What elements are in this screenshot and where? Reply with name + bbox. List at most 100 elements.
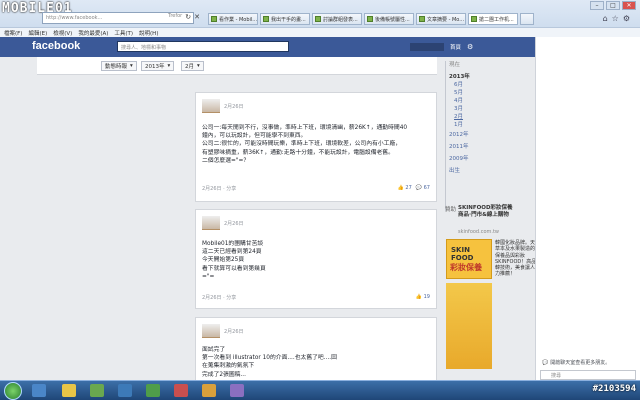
- tab-5[interactable]: 搶二團工作机...: [468, 13, 518, 25]
- menu-file[interactable]: 檔案(F): [4, 29, 22, 37]
- year-nav-2013[interactable]: 2013年: [449, 72, 470, 80]
- year-nav-now[interactable]: 現在: [449, 60, 460, 68]
- timeline-filter-bar: 動態時報 ▾ 2013年 ▾ 2月 ▾: [37, 57, 437, 75]
- tab-1[interactable]: 我出干手的畫...: [260, 13, 310, 25]
- menu-view[interactable]: 檢視(V): [53, 29, 72, 37]
- app-taskbar-icon[interactable]: [230, 384, 244, 397]
- tab-3[interactable]: 後備帳號屬性...: [364, 13, 414, 25]
- favicon-icon: [471, 16, 477, 22]
- chat-open-prompt[interactable]: 💬 開啟聊天室查看更多朋友。: [542, 359, 610, 367]
- post-date[interactable]: 2月26日: [224, 103, 244, 110]
- star-icon[interactable]: ☆: [612, 14, 619, 23]
- year-nav-month-selected[interactable]: 2月: [454, 112, 463, 120]
- tab-4[interactable]: 文章摘要 - Mo...: [416, 13, 466, 25]
- browser-tool-icons: ⌂ ☆ ⚙: [603, 14, 630, 23]
- year-nav-2011[interactable]: 2011年: [449, 142, 469, 150]
- comment-count[interactable]: 💬 67: [416, 185, 430, 191]
- timeline-post: 2月26日 公司一:每天閒到不行，沒事做，準時上下班，環境清幽，薪26K↑，通勤…: [195, 92, 437, 202]
- excel-taskbar-icon[interactable]: [146, 384, 160, 397]
- sponsored-label: 贊助: [445, 207, 457, 213]
- year-nav-month[interactable]: 1月: [454, 120, 463, 128]
- month-dropdown[interactable]: 2月 ▾: [181, 61, 204, 71]
- facebook-logo[interactable]: facebook: [32, 40, 80, 52]
- browser-chrome: MOBILE01 http://www.facebook... Trefor ↻…: [0, 0, 640, 37]
- chat-icon: 💬: [542, 359, 549, 366]
- start-button[interactable]: [4, 382, 22, 400]
- chevron-down-icon: ▾: [167, 63, 171, 69]
- ad-title[interactable]: SKINFOOD彩妝保養商品·門市&線上購物: [458, 205, 518, 219]
- post-id-watermark: #2103594: [592, 384, 636, 394]
- post-text: 面試完了 第一次看到 illustrator 10的介面....也太舊了吧....…: [202, 347, 337, 378]
- year-nav-month[interactable]: 3月: [454, 104, 463, 112]
- like-count[interactable]: 👍 27: [398, 185, 412, 191]
- address-bar-icons: Trefor ↻ ✕: [168, 13, 200, 21]
- chat-sidebar: 💬 開啟聊天室查看更多朋友。 搜尋: [535, 37, 640, 380]
- search-hint: Trefor: [168, 13, 183, 19]
- home-link[interactable]: 首頁: [450, 43, 461, 51]
- ad-image-secondary[interactable]: [446, 283, 492, 369]
- timeline-post: 2月26日 Mobile01的團購甘苦談 這二天已經看到第24頁 今天開始第25頁看…: [195, 209, 437, 309]
- home-icon[interactable]: ⌂: [603, 14, 608, 23]
- favicon-icon: [263, 16, 269, 22]
- profile-name-link[interactable]: [410, 43, 444, 51]
- highlights-dropdown[interactable]: 動態時報 ▾: [101, 61, 137, 71]
- post-date[interactable]: 2月26日: [224, 328, 244, 335]
- post-text: 公司一:每天閒到不行，沒事做，準時上下班，環境清幽，薪26K↑，通勤時間40 鐘內…: [202, 125, 408, 164]
- settings-gear-icon[interactable]: ⚙: [467, 43, 473, 51]
- explorer-taskbar-icon[interactable]: [62, 384, 76, 397]
- favicon-icon: [315, 16, 321, 22]
- gear-icon[interactable]: ⚙: [623, 14, 630, 23]
- year-nav-rule: [445, 61, 446, 211]
- app-taskbar-icon[interactable]: [174, 384, 188, 397]
- post-date[interactable]: 2月26日: [224, 220, 244, 227]
- browser-taskbar-icon[interactable]: [118, 384, 132, 397]
- chat-search-input[interactable]: 搜尋: [540, 370, 636, 380]
- stop-icon[interactable]: ✕: [194, 13, 200, 21]
- favicon-icon: [419, 16, 425, 22]
- minimize-icon[interactable]: –: [590, 1, 604, 10]
- ie-taskbar-icon[interactable]: [32, 384, 46, 397]
- ad-image-brand: SKIN FOOD: [451, 246, 474, 262]
- maximize-icon[interactable]: □: [606, 1, 620, 10]
- facebook-header: facebook 搜尋人、地標和事物 首頁 ⚙: [0, 37, 535, 57]
- year-nav-2012[interactable]: 2012年: [449, 130, 469, 138]
- tab-0[interactable]: 看作業 - Mobil...: [208, 13, 258, 25]
- post-actions[interactable]: 2月26日 · 分享: [202, 294, 236, 301]
- ad-image-tagline: 彩妝保養: [450, 263, 482, 272]
- chevron-down-icon: ▾: [130, 63, 133, 69]
- menu-favorites[interactable]: 我的最愛(A): [78, 29, 108, 37]
- ad-url[interactable]: skinfood.com.tw: [458, 229, 499, 235]
- facebook-search-input[interactable]: 搜尋人、地標和事物: [117, 41, 289, 52]
- media-taskbar-icon[interactable]: [90, 384, 104, 397]
- windows-taskbar: #2103594: [0, 380, 640, 400]
- refresh-icon[interactable]: ↻: [185, 13, 191, 21]
- post-stats: 👍 27 💬 67: [398, 185, 430, 191]
- like-count[interactable]: 👍 19: [416, 294, 430, 300]
- menu-bar: 檔案(F) 編輯(E) 檢視(V) 我的最愛(A) 工具(T) 說明(H): [0, 27, 640, 37]
- tab-2[interactable]: 討論群組發表...: [312, 13, 362, 25]
- year-nav-month[interactable]: 5月: [454, 88, 463, 96]
- new-tab-button[interactable]: [520, 13, 534, 25]
- avatar[interactable]: [202, 324, 220, 338]
- ad-description: 韓國化妝品牌。天然 草本及水果製造的 保養品與彩妝 SKINFOOD！高品質日 …: [495, 240, 547, 278]
- post-stats: 👍 19: [416, 294, 430, 300]
- avatar[interactable]: [202, 216, 220, 230]
- year-nav-month[interactable]: 4月: [454, 96, 463, 104]
- timeline-post: 2月26日 面試完了 第一次看到 illustrator 10的介面....也太舊…: [195, 317, 437, 387]
- menu-tools[interactable]: 工具(T): [114, 29, 133, 37]
- avatar[interactable]: [202, 99, 220, 113]
- window-controls: – □ ✕: [590, 1, 636, 10]
- menu-help[interactable]: 說明(H): [139, 29, 158, 37]
- year-nav-2009[interactable]: 2009年: [449, 154, 469, 162]
- post-text: Mobile01的團購甘苦談 這二天已經看到第24頁 今天開始第25頁 看下就算可以看…: [202, 241, 266, 280]
- close-icon[interactable]: ✕: [622, 1, 636, 10]
- tab-strip: 看作業 - Mobil... 我出干手的畫... 討論群組發表... 後備帳號屬…: [208, 13, 534, 25]
- illustrator-taskbar-icon[interactable]: [202, 384, 216, 397]
- year-nav-born[interactable]: 出生: [449, 166, 460, 174]
- year-nav-month[interactable]: 6月: [454, 80, 463, 88]
- favicon-icon: [211, 16, 217, 22]
- menu-edit[interactable]: 編輯(E): [28, 29, 47, 37]
- year-dropdown[interactable]: 2013年 ▾: [141, 61, 175, 71]
- ad-image[interactable]: SKIN FOOD 彩妝保養: [446, 239, 492, 279]
- post-actions[interactable]: 2月26日 · 分享: [202, 185, 236, 192]
